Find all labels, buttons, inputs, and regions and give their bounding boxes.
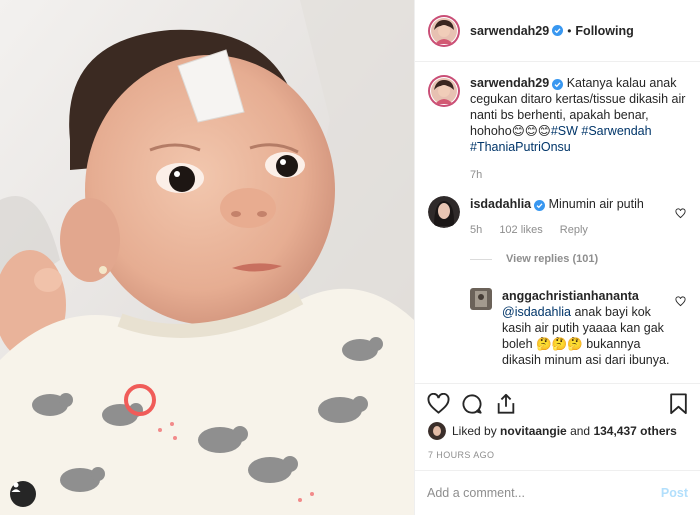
- commenter-avatar-image: [428, 196, 460, 228]
- hashtag-sarwendah[interactable]: #Sarwendah: [581, 124, 651, 138]
- comment-like-heart-icon[interactable]: [675, 208, 686, 219]
- caption-row: sarwendah29 Katanya kalau anak cegukan d…: [428, 75, 688, 181]
- reply-text: anggachristianhananta @isdadahlia anak b…: [502, 288, 672, 368]
- instagram-post: sarwendah29 • Following sarwendah29 Kata…: [0, 0, 700, 515]
- view-replies-button[interactable]: View replies (101): [470, 253, 670, 265]
- user-tag-icon: [11, 482, 21, 492]
- verified-badge-icon: [534, 200, 546, 211]
- comments-list[interactable]: sarwendah29 Katanya kalau anak cegukan d…: [415, 63, 700, 383]
- post-timestamp[interactable]: 7 HOURS AGO: [428, 450, 494, 460]
- view-replies-line: [470, 258, 492, 260]
- heart-icon[interactable]: [427, 393, 450, 414]
- author-username[interactable]: sarwendah29: [470, 24, 549, 38]
- reply-button[interactable]: Reply: [560, 224, 588, 236]
- hashtag-thaniaputrionsu[interactable]: #ThaniaPutriOnsu: [470, 140, 571, 154]
- verified-badge-icon: [552, 79, 564, 90]
- caption-age[interactable]: 7h: [470, 169, 482, 181]
- comment-likes[interactable]: 102 likes: [499, 224, 542, 236]
- reply-row: anggachristianhananta @isdadahlia anak b…: [470, 288, 672, 368]
- post-button[interactable]: Post: [661, 486, 688, 500]
- comment-text: isdadahlia Minumin air putih: [470, 196, 670, 212]
- comment-bubble-icon[interactable]: [461, 393, 483, 415]
- caption-meta: 7h: [470, 169, 688, 181]
- user-tag-button[interactable]: [10, 481, 36, 507]
- post-side-panel: sarwendah29 • Following sarwendah29 Kata…: [414, 0, 700, 515]
- bookmark-icon[interactable]: [669, 393, 688, 415]
- caption-avatar-image: [431, 78, 457, 104]
- add-comment-input[interactable]: [427, 483, 642, 503]
- liker-avatar-image: [428, 422, 446, 440]
- likes-count[interactable]: 134,437 others: [593, 424, 676, 438]
- caption-avatar[interactable]: [428, 75, 460, 107]
- replier-avatar[interactable]: [470, 288, 492, 310]
- view-replies-label: View replies (101): [506, 253, 599, 265]
- comment-username[interactable]: isdadahlia: [470, 197, 531, 211]
- post-header: sarwendah29 • Following: [415, 0, 700, 62]
- post-photo[interactable]: [0, 0, 414, 515]
- author-avatar[interactable]: [428, 14, 460, 47]
- comment-row: isdadahlia Minumin air putih 5h 102 like…: [428, 196, 670, 265]
- replier-avatar-image: [470, 288, 492, 310]
- liked-by-user[interactable]: novitaangie: [500, 424, 567, 438]
- liker-avatar[interactable]: [428, 422, 446, 440]
- add-comment-section: Post: [415, 470, 700, 515]
- hashtag-sw[interactable]: #SW: [551, 124, 578, 138]
- header-separator: •: [567, 23, 572, 38]
- comment-age[interactable]: 5h: [470, 224, 482, 236]
- liked-by-joiner: and: [570, 424, 591, 438]
- mention-isdadahlia[interactable]: @isdadahlia: [502, 305, 571, 319]
- following-button[interactable]: Following: [575, 24, 633, 38]
- commenter-avatar[interactable]: [428, 196, 460, 228]
- liked-by-prefix: Liked by: [452, 424, 497, 438]
- caption-text: sarwendah29 Katanya kalau anak cegukan d…: [470, 75, 688, 155]
- action-bar: [415, 383, 700, 423]
- liked-by-row: Liked by novitaangie and 134,437 others: [428, 422, 677, 440]
- comment-body: Minumin air putih: [548, 197, 644, 211]
- reply-like-heart-icon[interactable]: [675, 296, 686, 307]
- comment-meta: 5h 102 likes Reply: [470, 224, 670, 236]
- share-icon[interactable]: [495, 393, 517, 415]
- reply-username[interactable]: anggachristianhananta: [502, 289, 639, 303]
- verified-badge-icon: [552, 25, 564, 36]
- caption-username[interactable]: sarwendah29: [470, 76, 549, 90]
- baby-photo-illustration: [0, 0, 414, 515]
- author-avatar-image: [431, 17, 457, 44]
